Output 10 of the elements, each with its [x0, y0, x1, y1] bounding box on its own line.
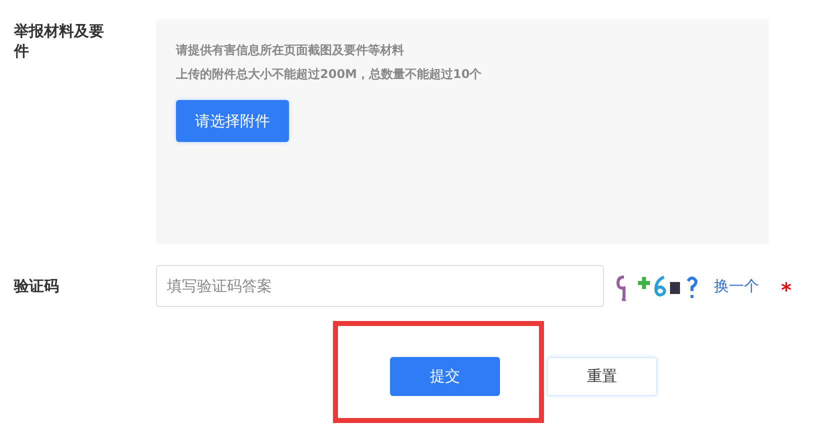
captcha-input-field[interactable]: 填写验证码答案 — [156, 265, 604, 307]
field-label: 举报材料及要件 — [14, 21, 105, 61]
reset-button[interactable]: 重置 — [547, 357, 657, 396]
refresh-captcha-link[interactable]: 换一个 — [714, 276, 759, 296]
choose-attachment-button[interactable]: 请选择附件 — [176, 100, 289, 142]
hint-text: 请提供有害信息所在页面截图及要件等材料 — [176, 42, 405, 59]
hint-text: 上传的附件总大小不能超过200M，总数量不能超过10个 — [176, 66, 483, 83]
field-label: 验证码 — [14, 276, 60, 296]
submit-button[interactable]: 提交 — [390, 357, 500, 396]
required-mark: * — [781, 277, 792, 302]
